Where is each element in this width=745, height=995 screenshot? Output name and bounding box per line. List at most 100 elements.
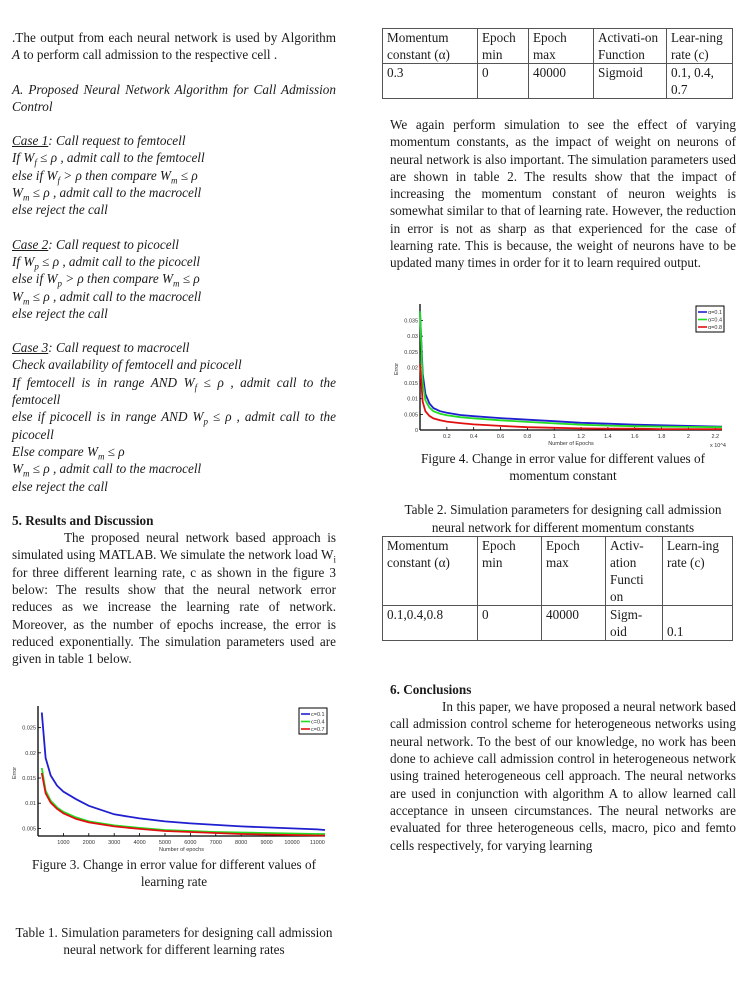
x-tick-label: 2.2 — [711, 434, 719, 440]
y-tick-label: 0.005 — [404, 412, 418, 418]
case-3-label: Case 3 — [12, 340, 49, 356]
x-tick-label: 9000 — [260, 840, 272, 846]
table-1-header-row: Momentum constant (α) Epoch min Epoch ma… — [382, 28, 733, 64]
legend-label: α=0.8 — [708, 325, 722, 331]
case-line: Wm ≤ ρ , admit call to the macrocell — [12, 461, 202, 479]
case-1-title: : Call request to femtocell — [48, 133, 186, 149]
case-line: else reject the call — [12, 202, 108, 218]
y-tick-label: 0.005 — [22, 826, 36, 832]
x-tick-label: 8000 — [235, 840, 247, 846]
y-tick-label: 0.015 — [22, 776, 36, 782]
figure-4-chart: 0 0.005 0.01 0.015 0.02 0.025 0.03 0.035 0.2 0.4 0… — [394, 303, 726, 449]
case-line: If femtocell is in range AND Wf ≤ ρ , ad… — [12, 374, 336, 408]
table-1-cell: 40000 — [528, 63, 594, 99]
y-tick-label: 0 — [415, 428, 418, 434]
table-1-header-cell: Epoch min — [477, 28, 529, 64]
subscript: p — [203, 416, 209, 427]
algorithm-symbol: A — [12, 47, 21, 63]
table-2-cell: 0.1 — [662, 604, 733, 641]
case-line: else reject the call — [12, 478, 108, 494]
y-tick-label: 0.025 — [404, 349, 418, 355]
table-2-header-row: Momentum constant (α) Epoch min Epoch ma… — [382, 535, 733, 606]
legend-label: c=0.1 — [311, 712, 325, 718]
figure-3-caption: Figure 3. Change in error value for diff… — [32, 856, 316, 889]
case-2-title: : Call request to picocell — [48, 236, 179, 252]
table-2-header-cell: Learn-ing rate (c) — [662, 535, 733, 606]
left-column: .The output from each neural network is … — [12, 29, 336, 959]
legend-label: c=0.7 — [311, 727, 325, 733]
intro-text: .The output from each neural network is … — [12, 30, 336, 45]
x-tick-label: 4000 — [133, 840, 145, 846]
y-tick-label: 0.01 — [407, 396, 418, 402]
y-tick-label: 0.025 — [22, 725, 36, 731]
section-6-body: In this paper, we have proposed a neural… — [390, 699, 736, 853]
legend-label: α=0.4 — [708, 317, 722, 323]
x-tick-label: 0.6 — [497, 434, 505, 440]
table-row: 0.1,0.4,0.8 0 40000 Sigm-oid 0.1 — [382, 604, 733, 641]
table-2: Momentum constant (α) Epoch min Epoch ma… — [382, 535, 733, 641]
x-tick-label: 0.4 — [470, 434, 478, 440]
section-6-title: 6. Conclusions — [390, 681, 472, 697]
x-tick-label: 1 — [553, 434, 556, 440]
case-3-heading: Case 3: Call request to macrocell — [12, 339, 336, 356]
legend-label: c=0.4 — [311, 719, 325, 725]
x-tick-label: 7000 — [210, 840, 222, 846]
x-tick-label: 11000 — [310, 840, 325, 846]
series-line-2 — [40, 767, 325, 835]
series-line-3 — [419, 363, 722, 430]
right-column: Momentum constant (α) Epoch min Epoch ma… — [382, 0, 736, 854]
case-line: If Wp ≤ ρ , admit call to the picocell — [12, 253, 201, 272]
table-1-cell: 0.1, 0.4, 0.7 — [666, 63, 733, 99]
x-tick-label: 5000 — [159, 840, 171, 846]
table-2-cell: 40000 — [541, 604, 606, 641]
case-line: else reject the call — [12, 305, 108, 321]
case-2-block: Case 2: Call request to picocell If Wp ≤… — [12, 236, 336, 322]
table-1-header-cell: Activati-on Function — [593, 28, 667, 64]
intro-text-end: to perform call admission to the respect… — [20, 47, 278, 63]
table-2-cell: Sigm-oid — [605, 604, 663, 641]
case-1-block: Case 1: Call request to femtocell If Wf … — [12, 132, 336, 218]
momentum-paragraph: We again perform simulation to see the e… — [390, 117, 736, 271]
x-tick-label: 1.8 — [658, 434, 666, 440]
series-line-1 — [419, 310, 723, 428]
table-2-header-cell: Momentum constant (α) — [382, 535, 478, 606]
y-axis-label: Error — [394, 362, 400, 374]
table-2-cell: 0.1,0.4,0.8 — [382, 604, 478, 641]
table-1-header-cell: Momentum constant (α) — [382, 28, 478, 64]
x-axis-label: Number of epochs — [159, 847, 204, 853]
y-tick-label: 0.02 — [407, 365, 418, 371]
legend-label: α=0.1 — [708, 310, 722, 316]
case-line: Check availability of femtocell and pico… — [12, 357, 242, 373]
case-line: else if picocell is in range AND Wp ≤ ρ … — [12, 409, 337, 442]
subscript: f — [194, 382, 198, 393]
case-line: Wm ≤ ρ , admit call to the macrocell — [12, 288, 202, 307]
case-1-label: Case 1 — [12, 133, 49, 149]
x-tick-label: 1.4 — [604, 434, 612, 440]
case-line: If Wf ≤ ρ , admit call to the femtocell — [12, 150, 205, 169]
case-1-heading: Case 1: Call request to femtocell — [12, 132, 336, 149]
table-1-caption: Table 1. Simulation parameters for desig… — [15, 925, 333, 958]
x-tick-label: 6000 — [184, 840, 196, 846]
y-tick-label: 0.02 — [25, 750, 36, 756]
case-2-heading: Case 2: Call request to picocell — [12, 236, 336, 253]
case-line: else if Wp > ρ then compare Wm ≤ ρ — [12, 271, 200, 289]
y-tick-label: 0.035 — [404, 318, 418, 324]
section-a-title: A. Proposed Neural Network Algorithm for… — [12, 81, 336, 114]
x-multiplier-label: x 10^4 — [710, 443, 726, 449]
case-2-label: Case 2 — [12, 236, 49, 252]
table-2-cell: 0 — [477, 604, 542, 641]
y-tick-label: 0.01 — [25, 801, 36, 807]
table-1-cell: 0 — [477, 63, 529, 99]
section-5-body: The proposed neural network based approa… — [12, 530, 336, 667]
y-tick-label: 0.03 — [407, 334, 418, 340]
case-3-block: Case 3: Call request to macrocell Check … — [12, 339, 336, 495]
x-tick-label: 2 — [687, 434, 690, 440]
table-2-caption: Table 2. Simulation parameters for desig… — [404, 502, 722, 535]
series-line-2 — [419, 310, 723, 428]
x-axis-label: Number of Epochs — [548, 441, 594, 447]
y-tick-label: 0.015 — [404, 381, 418, 387]
x-tick-label: 3000 — [108, 840, 120, 846]
series-line-1 — [40, 711, 326, 831]
table-2-header-cell: Epoch min — [477, 535, 542, 606]
x-tick-label: 1.6 — [631, 434, 639, 440]
